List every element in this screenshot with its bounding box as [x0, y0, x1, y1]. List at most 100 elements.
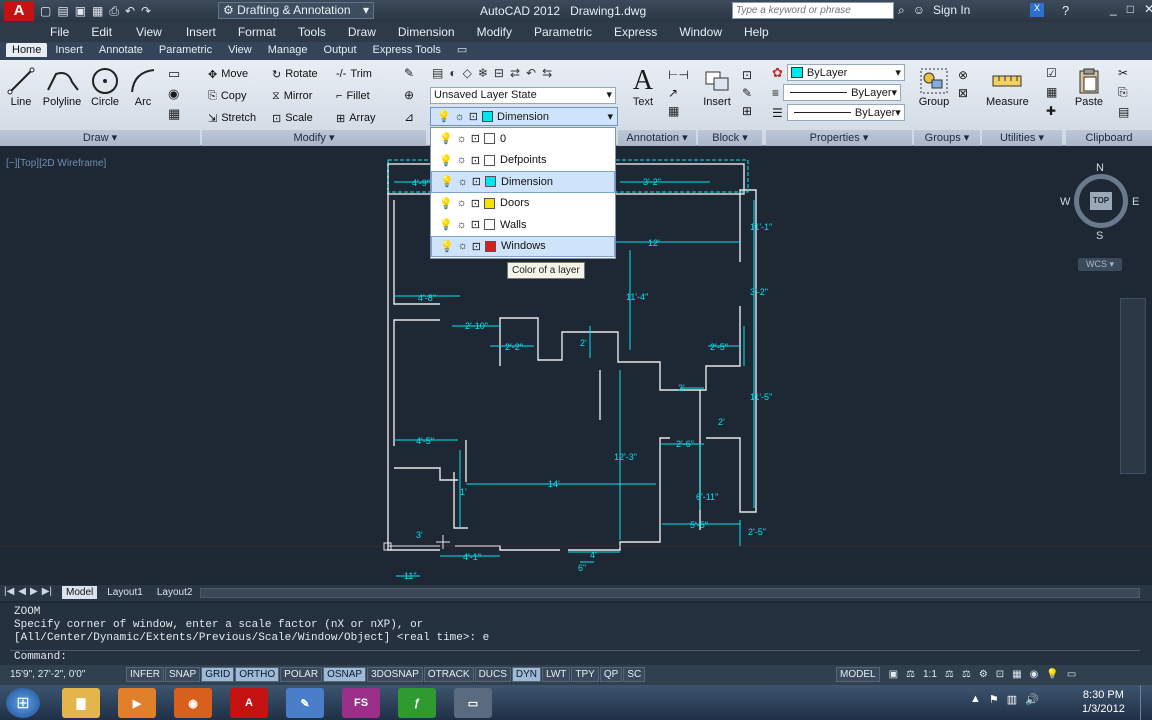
layer-option[interactable]: 💡 ☼ ⊡ Walls [431, 214, 615, 236]
lightbulb-icon[interactable]: 💡 [440, 175, 454, 188]
lightbulb-icon[interactable]: 💡 [439, 218, 453, 231]
maximize-icon[interactable]: □ [1127, 2, 1134, 16]
command-input[interactable]: Command: [10, 650, 1140, 664]
measure-button[interactable]: Measure [986, 66, 1029, 108]
minimize-icon[interactable]: _ [1110, 2, 1117, 16]
firefox-taskbar-button[interactable]: ◉ [174, 688, 212, 718]
sun-icon[interactable]: ☼ [458, 176, 468, 188]
lock-icon[interactable]: ⊡ [471, 154, 480, 167]
layer-off-icon[interactable]: ◐ [449, 66, 456, 80]
move-button[interactable]: ✥ Move [208, 64, 272, 84]
search-icon[interactable]: ⌕ [898, 3, 905, 18]
attribute-icon[interactable]: ⊞ [742, 104, 752, 118]
help-icon[interactable]: ? [1062, 3, 1069, 18]
rotate-button[interactable]: ↻ Rotate [272, 64, 336, 84]
lock-icon[interactable]: ⊡ [471, 197, 480, 210]
ribbon-options-icon[interactable]: ▭ [457, 43, 467, 57]
prev-tab-icon[interactable]: ◀ [18, 586, 26, 597]
lightbulb-icon[interactable]: 💡 [439, 154, 453, 167]
modify-panel-label[interactable]: Modify ▾ [202, 130, 426, 146]
menu-help[interactable]: Help [744, 25, 769, 39]
layer-color-swatch[interactable] [484, 197, 496, 209]
explode-icon[interactable]: ⊕ [404, 88, 414, 102]
match-properties-icon[interactable]: ✿ [772, 65, 783, 81]
help-search-input[interactable] [732, 2, 894, 19]
trim-button[interactable]: -/- Trim [336, 64, 402, 84]
status-toggle-lwt[interactable]: LWT [542, 667, 571, 682]
lock-icon[interactable]: ⊡ [472, 175, 481, 188]
status-toggle-ducs[interactable]: DUCS [474, 667, 511, 682]
status-toggle-3dosnap[interactable]: 3DOSNAP [367, 667, 423, 682]
fs-taskbar-button[interactable]: FS [342, 688, 380, 718]
menu-file[interactable]: File [50, 25, 69, 39]
status-toggle-sc[interactable]: SC [623, 667, 646, 682]
dimension-icon[interactable]: ⊢⊣ [668, 68, 689, 82]
menu-modify[interactable]: Modify [477, 25, 512, 39]
cut-icon[interactable]: ✂ [1118, 66, 1129, 80]
lock-icon[interactable]: ⊡ [996, 669, 1004, 680]
match-props-icon[interactable]: ▤ [1118, 105, 1129, 119]
menu-parametric[interactable]: Parametric [534, 25, 592, 39]
arc-button[interactable]: Arc [128, 66, 158, 122]
last-tab-icon[interactable]: ▶| [42, 586, 52, 597]
layer-state-dropdown[interactable]: Unsaved Layer State ▾ [430, 87, 616, 104]
tab-layout1[interactable]: Layout1 [103, 586, 147, 599]
group-edit-icon[interactable]: ⊠ [958, 86, 968, 100]
sun-icon[interactable]: ☼ [458, 240, 468, 252]
color-dropdown[interactable]: ByLayer ▾ [786, 64, 905, 81]
lock-icon[interactable]: ⊡ [471, 132, 480, 145]
polyline-button[interactable]: Polyline [42, 66, 82, 122]
save-as-icon[interactable]: ▦ [92, 4, 103, 19]
copy-button[interactable]: ⎘ Copy [208, 86, 272, 106]
properties-panel-label[interactable]: Properties ▾ [766, 130, 912, 146]
sun-icon[interactable]: ☼ [457, 197, 467, 209]
workspace-switch-icon[interactable]: ⚙ [979, 669, 988, 680]
annotation-scale[interactable]: 1:1 [923, 669, 937, 680]
ungroup-icon[interactable]: ⊗ [958, 68, 968, 82]
viewcube[interactable]: TOP N S W E [1060, 162, 1139, 242]
lightbulb-icon[interactable]: 💡 [439, 197, 453, 210]
leader-icon[interactable]: ↗ [668, 86, 689, 100]
layer-properties-icon[interactable]: ▤ [432, 66, 443, 80]
status-toggle-ortho[interactable]: ORTHO [235, 667, 280, 682]
tab-layout2[interactable]: Layout2 [153, 586, 197, 599]
status-toggle-dyn[interactable]: DYN [511, 667, 542, 682]
tab-output[interactable]: Output [324, 43, 357, 57]
save-icon[interactable]: ▣ [75, 4, 86, 19]
isolate-objects-icon[interactable]: ◉ [1030, 669, 1039, 680]
auto-scale-icon[interactable]: ⚖ [962, 669, 971, 680]
files-taskbar-button[interactable]: ▭ [454, 688, 492, 718]
annotation-scale-icon[interactable]: ⚖ [906, 669, 915, 680]
calculator-icon[interactable]: ▦ [1046, 85, 1057, 99]
offset-icon[interactable]: ⊿ [404, 110, 414, 124]
annotation-visibility-icon[interactable]: ⚖ [945, 669, 954, 680]
layer-option[interactable]: 💡 ☼ ⊡ Doors [431, 193, 615, 215]
clean-screen-icon[interactable]: ▭ [1067, 669, 1076, 680]
compass-east[interactable]: E [1132, 196, 1139, 208]
lightbulb-icon[interactable]: 💡 [440, 240, 454, 253]
explorer-taskbar-button[interactable]: ▇ [62, 688, 100, 718]
clipboard-panel-label[interactable]: Clipboard [1066, 130, 1152, 146]
lightbulb-icon[interactable]: 💡 [1046, 669, 1058, 680]
tray-expand-icon[interactable]: ▲ [970, 693, 981, 706]
tab-home[interactable]: Home [6, 43, 48, 57]
layer-color-swatch[interactable] [485, 240, 497, 252]
sun-icon[interactable]: ☼ [457, 219, 467, 231]
layer-color-swatch[interactable] [484, 154, 496, 166]
layer-previous-icon[interactable]: ↶ [526, 66, 536, 80]
table-icon[interactable]: ▦ [168, 106, 180, 122]
tab-annotate[interactable]: Annotate [99, 43, 143, 57]
menu-edit[interactable]: Edit [91, 25, 112, 39]
draw-panel-label[interactable]: Draw ▾ [0, 130, 200, 146]
status-toggle-grid[interactable]: GRID [201, 667, 235, 682]
volume-icon[interactable]: 🔊 [1025, 693, 1039, 706]
table-icon[interactable]: ▦ [668, 104, 689, 118]
menu-view[interactable]: View [136, 25, 162, 39]
new-icon[interactable]: ▢ [40, 4, 51, 19]
stretch-button[interactable]: ⇲ Stretch [208, 108, 272, 128]
tab-parametric[interactable]: Parametric [159, 43, 212, 57]
rectangle-icon[interactable]: ▭ [168, 66, 180, 82]
media-player-taskbar-button[interactable]: ▶ [118, 688, 156, 718]
insert-block-button[interactable]: Insert [702, 66, 732, 108]
status-toggle-infer[interactable]: INFER [126, 667, 164, 682]
